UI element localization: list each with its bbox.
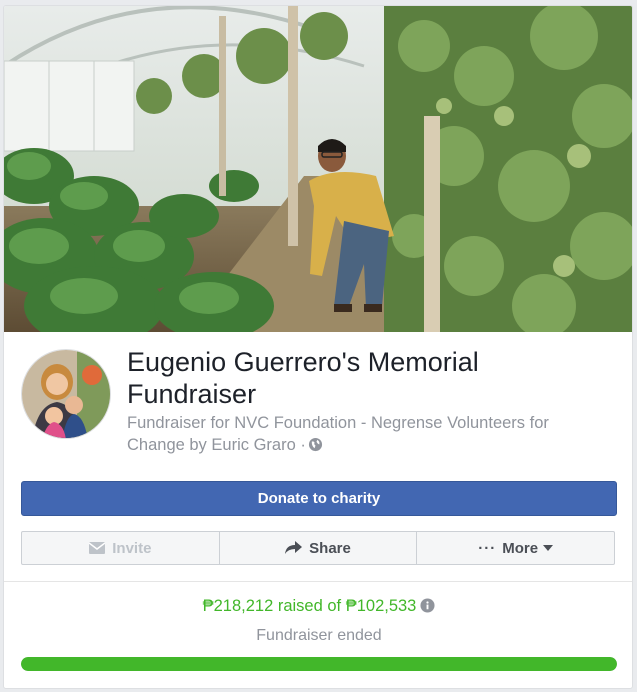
envelope-icon (89, 542, 106, 554)
fundraiser-card: Eugenio Guerrero's Memorial Fundraiser F… (3, 5, 633, 689)
caret-down-icon (543, 545, 554, 551)
organizer-avatar[interactable] (21, 349, 111, 439)
fundraiser-title[interactable]: Eugenio Guerrero's Memorial Fundraiser (127, 346, 607, 410)
amount-raised: ₱218,212 raised of ₱102,533 (4, 597, 632, 618)
share-label: Share (309, 539, 351, 557)
progress-bar (21, 657, 617, 671)
fundraiser-subtitle: Fundraiser for NVC Foundation - Negrense… (127, 412, 597, 458)
section-divider (4, 581, 632, 582)
info-icon[interactable] (420, 598, 435, 618)
invite-button[interactable]: Invite (22, 532, 220, 564)
share-arrow-icon (285, 541, 303, 555)
progress-bar-fill (21, 657, 617, 671)
action-bar: Invite Share ··· More (21, 531, 615, 565)
more-dots-icon: ··· (478, 539, 497, 557)
invite-label: Invite (112, 539, 152, 557)
raised-text: ₱218,212 raised of ₱102,533 (202, 597, 417, 615)
share-button[interactable]: Share (219, 532, 418, 564)
more-label: More (502, 539, 539, 557)
donate-button[interactable]: Donate to charity (21, 481, 617, 516)
globe-icon (308, 436, 323, 458)
avatar-image (22, 350, 110, 438)
cover-photo-image (4, 6, 632, 332)
fundraiser-status: Fundraiser ended (256, 627, 382, 644)
subtitle-text[interactable]: Fundraiser for NVC Foundation - Negrense… (127, 414, 549, 454)
more-button[interactable]: ··· More (417, 532, 614, 564)
cover-photo[interactable] (4, 6, 632, 332)
